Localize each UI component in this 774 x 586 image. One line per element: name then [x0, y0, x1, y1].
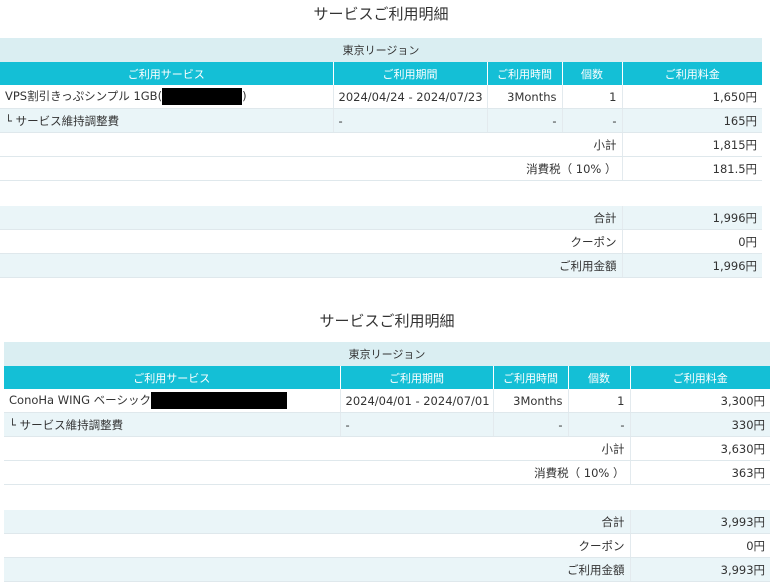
header-service: ご利用サービス: [4, 366, 341, 389]
qty-cell: 1: [562, 85, 623, 109]
coupon-row: クーポン 0円: [4, 533, 771, 558]
statement-title: サービスご利用明細: [319, 312, 455, 330]
statement-title: サービスご利用明細: [313, 5, 449, 23]
total-label: 合計: [0, 206, 623, 230]
subtotal-row: 小計 3,630円: [4, 436, 771, 461]
qty-cell: 1: [568, 389, 631, 413]
header-service: ご利用サービス: [0, 62, 334, 85]
period-cell: -: [340, 412, 494, 437]
service-cell: └ サービス維持調整費: [4, 412, 341, 437]
table-row: ConoHa WING ベーシック 2024/04/01 - 2024/07/0…: [4, 389, 771, 413]
header-duration: ご利用時間: [493, 366, 569, 389]
region-label: 東京リージョン: [4, 342, 771, 366]
tax-label: 消費税（ 10% ）: [0, 156, 623, 181]
fee-cell: 165円: [622, 108, 763, 133]
coupon-value: 0円: [630, 533, 771, 558]
service-cell: ConoHa WING ベーシック: [4, 389, 341, 413]
header-duration: ご利用時間: [487, 62, 563, 85]
header-period: ご利用期間: [340, 366, 494, 389]
total-value: 3,993円: [630, 510, 771, 534]
header-period: ご利用期間: [333, 62, 488, 85]
duration-cell: 3Months: [487, 85, 563, 109]
header-qty: 個数: [562, 62, 623, 85]
total-label: 合計: [4, 510, 631, 534]
total-row: 合計 1,996円: [0, 206, 763, 230]
amount-value: 1,996円: [622, 253, 763, 278]
amount-label: ご利用金額: [4, 557, 631, 582]
region-label: 東京リージョン: [0, 38, 763, 62]
header-fee: ご利用料金: [622, 62, 763, 85]
coupon-row: クーポン 0円: [0, 229, 763, 254]
region-row: 東京リージョン: [4, 342, 771, 366]
coupon-value: 0円: [622, 229, 763, 254]
subtotal-row: 小計 1,815円: [0, 132, 763, 157]
period-cell: 2024/04/24 - 2024/07/23: [333, 85, 488, 109]
subtotal-value: 3,630円: [630, 436, 771, 461]
region-row: 東京リージョン: [0, 38, 763, 62]
service-cell: VPS割引きっぷシンプル 1GB(): [0, 85, 334, 109]
period-cell: -: [333, 108, 488, 133]
header-qty: 個数: [568, 366, 631, 389]
subtotal-label: 小計: [4, 436, 631, 461]
total-value: 1,996円: [622, 206, 763, 230]
redaction-bar: [150, 392, 287, 409]
table-row: VPS割引きっぷシンプル 1GB() 2024/04/24 - 2024/07/…: [0, 85, 763, 109]
qty-cell: -: [562, 108, 623, 133]
tax-value: 363円: [630, 460, 771, 485]
subtotal-label: 小計: [0, 132, 623, 157]
coupon-label: クーポン: [0, 229, 623, 254]
table-row: └ サービス維持調整費 - - - 165円: [0, 108, 763, 133]
amount-row: ご利用金額 3,993円: [4, 557, 771, 582]
amount-row: ご利用金額 1,996円: [0, 253, 763, 278]
tax-row: 消費税（ 10% ） 363円: [4, 460, 771, 485]
fee-cell: 330円: [630, 412, 771, 437]
table-header: ご利用サービス ご利用期間 ご利用時間 個数 ご利用料金: [0, 62, 763, 85]
subtotal-value: 1,815円: [622, 132, 763, 157]
tax-label: 消費税（ 10% ）: [4, 460, 631, 485]
service-suffix: ): [242, 89, 247, 103]
usage-table: 東京リージョン ご利用サービス ご利用期間 ご利用時間 個数 ご利用料金 Con…: [4, 342, 771, 582]
amount-label: ご利用金額: [0, 253, 623, 278]
amount-value: 3,993円: [630, 557, 771, 582]
fee-cell: 1,650円: [622, 85, 763, 109]
fee-cell: 3,300円: [630, 389, 771, 413]
table-header: ご利用サービス ご利用期間 ご利用時間 個数 ご利用料金: [4, 366, 771, 389]
usage-table: 東京リージョン ご利用サービス ご利用期間 ご利用時間 個数 ご利用料金 VPS…: [0, 38, 763, 278]
duration-cell: -: [493, 412, 569, 437]
duration-cell: 3Months: [493, 389, 569, 413]
coupon-label: クーポン: [4, 533, 631, 558]
statement-1: サービスご利用明細 東京リージョン ご利用サービス ご利用期間 ご利用時間 個数…: [0, 0, 763, 278]
service-name: ConoHa WING ベーシック: [9, 393, 151, 407]
redaction-bar: [162, 88, 243, 105]
total-row: 合計 3,993円: [4, 510, 771, 534]
qty-cell: -: [568, 412, 631, 437]
table-row: └ サービス維持調整費 - - - 330円: [4, 412, 771, 437]
period-cell: 2024/04/01 - 2024/07/01: [340, 389, 494, 413]
service-cell: └ サービス維持調整費: [0, 108, 334, 133]
statement-2: サービスご利用明細 東京リージョン ご利用サービス ご利用期間 ご利用時間 個数…: [4, 306, 771, 582]
header-fee: ご利用料金: [630, 366, 771, 389]
service-name: VPS割引きっぷシンプル 1GB(: [5, 89, 163, 103]
tax-value: 181.5円: [622, 156, 763, 181]
tax-row: 消費税（ 10% ） 181.5円: [0, 156, 763, 181]
duration-cell: -: [487, 108, 563, 133]
